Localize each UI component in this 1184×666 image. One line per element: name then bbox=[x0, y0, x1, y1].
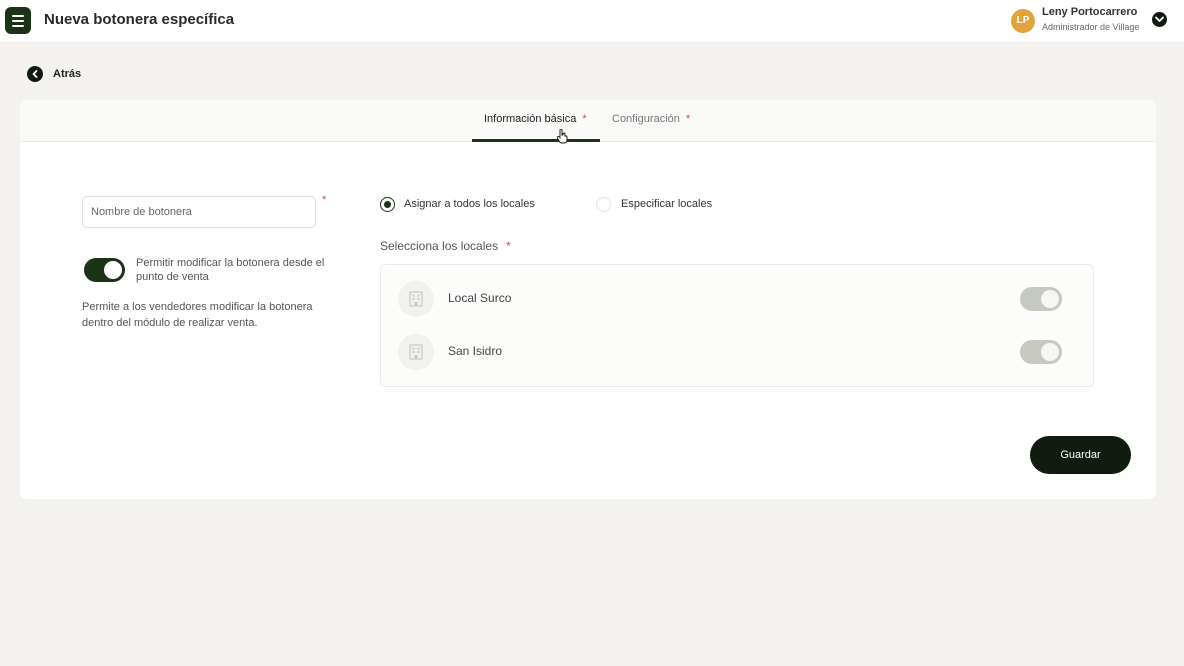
back-label: Atrás bbox=[53, 68, 82, 80]
top-bar: Nueva botonera específica LP Leny Portoc… bbox=[0, 0, 1184, 43]
menu-icon-line bbox=[12, 15, 24, 17]
required-asterisk: * bbox=[685, 113, 691, 125]
form-card: Información básica * Configuración * * Per… bbox=[20, 100, 1156, 499]
menu-icon-line bbox=[12, 25, 24, 27]
stores-list: Local Surco San Isidro bbox=[380, 264, 1094, 387]
building-icon bbox=[398, 334, 434, 370]
user-menu-chevron-button[interactable] bbox=[1152, 12, 1167, 27]
store-name: San Isidro bbox=[448, 344, 503, 358]
botonera-name-input[interactable] bbox=[82, 196, 316, 228]
user-name: Leny Portocarrero bbox=[1042, 6, 1138, 18]
page-title: Nueva botonera específica bbox=[44, 11, 235, 28]
store-toggle-san-isidro[interactable] bbox=[1020, 340, 1062, 364]
stores-title-text: Selecciona los locales bbox=[380, 239, 499, 253]
radio-specific-label[interactable]: Especificar locales bbox=[621, 198, 712, 210]
required-asterisk: * bbox=[582, 113, 587, 125]
tab-label: Configuración bbox=[612, 113, 680, 125]
required-asterisk: * bbox=[322, 194, 327, 206]
toggle-knob bbox=[1041, 290, 1059, 308]
allow-edit-help-text: Permite a los vendedores modificar la bo… bbox=[82, 301, 313, 329]
allow-edit-toggle-label: Permitir modificar la botonera desde el … bbox=[136, 257, 325, 283]
user-avatar[interactable]: LP bbox=[1011, 9, 1035, 33]
store-row: Local Surco bbox=[381, 279, 1093, 319]
tabs-bar: Información básica * Configuración * bbox=[20, 100, 1156, 144]
building-icon bbox=[398, 281, 434, 317]
user-role: Administrador de Village bbox=[1042, 22, 1140, 32]
stores-section-title: Selecciona los locales * bbox=[380, 239, 511, 253]
active-tab-indicator bbox=[472, 139, 600, 142]
hamburger-menu-button[interactable] bbox=[5, 7, 31, 34]
store-toggle-local-surco[interactable] bbox=[1020, 287, 1062, 311]
toggle-knob bbox=[104, 261, 122, 279]
back-arrow-icon bbox=[27, 66, 43, 82]
store-name: Local Surco bbox=[448, 291, 512, 305]
tab-configuracion[interactable]: Configuración * bbox=[612, 113, 690, 125]
tab-informacion-basica[interactable]: Información básica * bbox=[484, 113, 587, 125]
radio-assign-all-label[interactable]: Asignar a todos los locales bbox=[404, 198, 535, 210]
toggle-knob bbox=[1041, 343, 1059, 361]
tab-label: Información básica bbox=[484, 113, 577, 125]
radio-assign-all-stores[interactable] bbox=[380, 197, 395, 212]
menu-icon-line bbox=[12, 20, 24, 22]
chevron-down-icon bbox=[1155, 16, 1164, 22]
radio-specific-stores[interactable] bbox=[596, 197, 611, 212]
save-button[interactable]: Guardar bbox=[1030, 436, 1131, 474]
allow-edit-toggle[interactable] bbox=[84, 258, 125, 282]
required-asterisk: * bbox=[506, 239, 511, 253]
store-row: San Isidro bbox=[381, 332, 1093, 372]
hand-cursor-icon bbox=[557, 129, 568, 144]
